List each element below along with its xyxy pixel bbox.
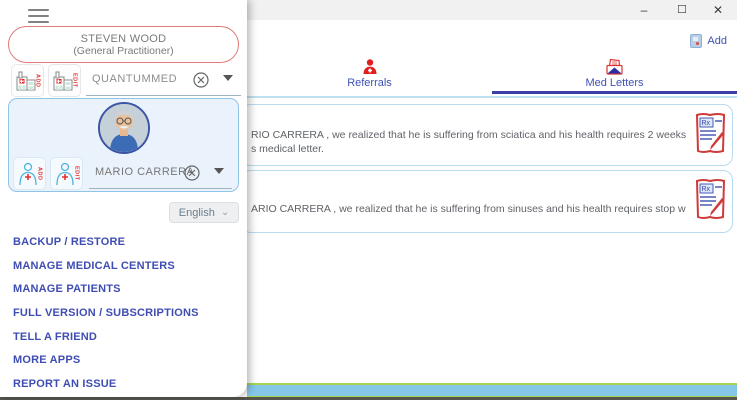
- doctor-name: STEVEN WOOD: [81, 33, 167, 45]
- menu-item-manage-patients[interactable]: MANAGE PATIENTS: [13, 277, 241, 301]
- doctor-card: STEVEN WOOD (General Practitioner): [8, 26, 239, 63]
- chevron-down-icon[interactable]: [214, 168, 224, 174]
- tab-med-letters[interactable]: Med Letters: [492, 58, 737, 94]
- add-button[interactable]: Add: [690, 34, 727, 48]
- menu-item-more-apps[interactable]: MORE APPS: [13, 348, 241, 372]
- menu-item-backup-restore[interactable]: BACKUP / RESTORE: [13, 230, 241, 254]
- minimize-button[interactable]: –: [633, 3, 655, 18]
- chevron-down-icon: ⌄: [221, 207, 229, 218]
- patient-select[interactable]: MARIO CARRERA: [89, 159, 232, 189]
- person-icon: [362, 58, 378, 75]
- med-letter-item[interactable]: RIO CARRERA , we realized that he is suf…: [241, 104, 733, 166]
- edit-patient-button[interactable]: EDIT: [50, 157, 83, 190]
- x-circle-icon[interactable]: [184, 165, 200, 181]
- add-patient-button[interactable]: ADD: [13, 157, 46, 190]
- med-letter-item[interactable]: ARIO CARRERA , we realized that he is su…: [241, 170, 733, 233]
- menu-item-report-an-issue[interactable]: REPORT AN ISSUE: [13, 372, 241, 396]
- add-label: ADD: [35, 74, 41, 87]
- edit-label: EDIT: [74, 166, 80, 181]
- menu-item-manage-medical-centers[interactable]: MANAGE MEDICAL CENTERS: [13, 254, 241, 278]
- envelope-letter-icon: [605, 58, 624, 75]
- elderly-man-avatar-icon: [100, 104, 148, 152]
- edit-label: EDIT: [72, 73, 78, 88]
- medical-center-select[interactable]: QUANTUMMED: [86, 66, 241, 96]
- doctor-role: (General Practitioner): [73, 45, 173, 57]
- prescription-rx-icon[interactable]: Rx: [694, 112, 727, 154]
- x-circle-icon[interactable]: [193, 72, 209, 88]
- language-value: English: [179, 207, 215, 219]
- add-label: ADD: [37, 167, 43, 180]
- svg-text:Rx: Rx: [702, 120, 711, 127]
- hospital-icon: [15, 70, 37, 92]
- field-underline: [86, 95, 241, 96]
- tab-bar: Referrals Med Letters: [247, 58, 737, 94]
- patient-avatar[interactable]: [98, 102, 150, 154]
- chevron-down-icon[interactable]: [223, 75, 233, 81]
- drawer-menu: BACKUP / RESTORE MANAGE MEDICAL CENTERS …: [13, 230, 241, 396]
- add-medical-center-button[interactable]: ADD: [11, 64, 44, 97]
- add-button-label: Add: [707, 35, 727, 47]
- patient-icon: [17, 162, 39, 186]
- prescription-rx-icon[interactable]: Rx: [694, 178, 727, 220]
- navigation-drawer: STEVEN WOOD (General Practitioner) ADD: [0, 0, 247, 397]
- medical-center-row: ADD EDIT QUANTUMMED: [0, 64, 247, 98]
- field-underline: [89, 188, 232, 189]
- letter-text-line1: ARIO CARRERA , we realized that he is su…: [251, 202, 686, 216]
- selected-tab-indicator: [492, 91, 737, 94]
- close-button[interactable]: ✕: [707, 3, 729, 18]
- new-document-icon: [690, 34, 702, 48]
- app-screen: – ☐ ✕ Add Referrals Med Letters: [0, 0, 737, 400]
- language-select[interactable]: English ⌄: [169, 202, 239, 223]
- hospital-icon: [52, 70, 74, 92]
- edit-medical-center-button[interactable]: EDIT: [48, 64, 81, 97]
- patient-card: ADD EDIT MARIO CARRERA: [8, 98, 239, 192]
- svg-text:Rx: Rx: [702, 186, 711, 193]
- tab-referrals-label: Referrals: [347, 77, 392, 89]
- ad-banner: [247, 383, 737, 398]
- tabs-divider: [247, 96, 737, 98]
- hamburger-menu-icon[interactable]: [28, 9, 49, 27]
- patient-icon: [54, 162, 76, 186]
- letter-text-line1: RIO CARRERA , we realized that he is suf…: [251, 128, 686, 142]
- menu-item-full-version-subscriptions[interactable]: FULL VERSION / SUBSCRIPTIONS: [13, 301, 241, 325]
- tab-med-letters-label: Med Letters: [585, 77, 643, 89]
- patient-value: MARIO CARRERA: [95, 166, 194, 178]
- letter-text-line2: s medical letter.: [251, 142, 686, 156]
- patient-row: ADD EDIT MARIO CARRERA: [9, 157, 238, 191]
- menu-item-tell-a-friend[interactable]: TELL A FRIEND: [13, 325, 241, 349]
- maximize-button[interactable]: ☐: [671, 3, 693, 18]
- tab-referrals[interactable]: Referrals: [247, 58, 492, 94]
- medical-center-value: QUANTUMMED: [92, 73, 177, 85]
